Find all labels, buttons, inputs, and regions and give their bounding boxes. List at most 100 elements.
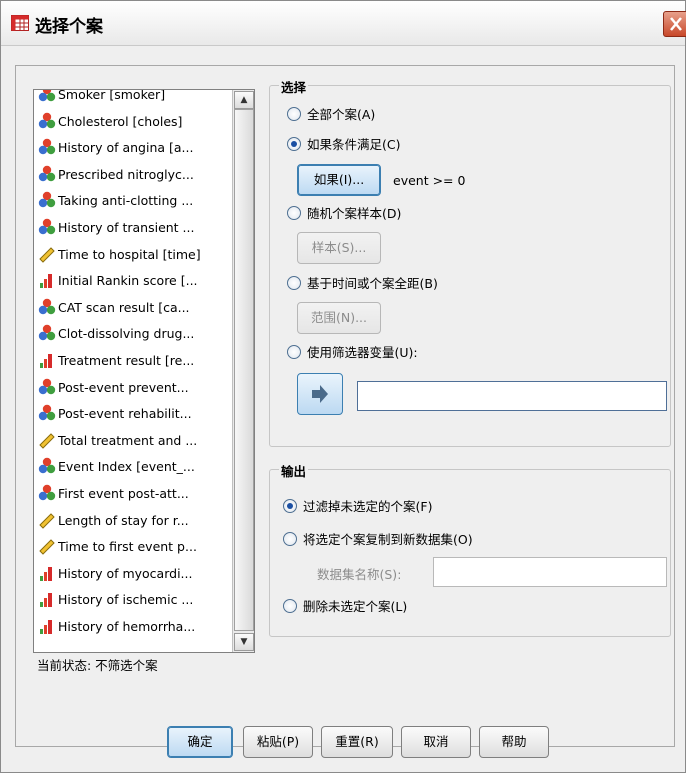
nominal-icon [38, 218, 56, 235]
radio-label: 使用筛选器变量(U): [307, 345, 418, 360]
nominal-icon [38, 112, 56, 128]
variable-list-item[interactable]: History of transient ... [38, 217, 228, 239]
variable-list-item[interactable]: History of myocardi... [38, 563, 228, 585]
scale-icon [39, 433, 55, 449]
radio-button[interactable] [283, 599, 297, 613]
radio-filter-out[interactable]: 过滤掉未选定的个案(F) [283, 497, 432, 517]
nominal-icon [38, 90, 56, 102]
variable-label: History of angina [a... [58, 140, 194, 156]
close-button[interactable] [663, 11, 686, 37]
scroll-down-arrow[interactable]: ▼ [234, 633, 254, 651]
radio-random-sample[interactable]: 随机个案样本(D) [287, 204, 401, 224]
radio-delete-unselected[interactable]: 删除未选定个案(L) [283, 597, 407, 617]
nominal-icon [38, 165, 56, 181]
scale-icon [39, 539, 55, 555]
variable-list-item[interactable]: Taking anti-clotting ... [38, 190, 228, 212]
variable-label: Event Index [event_... [58, 459, 195, 475]
variable-label: Taking anti-clotting ... [58, 193, 194, 209]
radio-all-cases[interactable]: 全部个案(A) [287, 105, 375, 125]
variable-list-item[interactable]: First event post-att... [38, 483, 228, 505]
variable-list-item[interactable]: Time to hospital [time] [38, 244, 228, 266]
variable-label: History of myocardi... [58, 565, 193, 581]
variable-label: CAT scan result [ca... [58, 299, 190, 315]
variable-list-item[interactable]: Event Index [event_... [38, 456, 228, 478]
paste-button[interactable]: 粘贴(P) [243, 726, 313, 758]
scale-icon [39, 512, 55, 529]
variable-list-item[interactable]: Treatment result [re... [38, 350, 228, 372]
variable-list-item[interactable]: Smoker [smoker] [38, 90, 228, 106]
variable-list-scrollbar[interactable]: ▲ ▼ [232, 90, 254, 652]
nominal-icon [38, 484, 56, 501]
variable-label: Cholesterol [choles] [58, 113, 183, 129]
variable-list-item[interactable]: Clot-dissolving drug... [38, 323, 228, 345]
radio-button[interactable] [287, 276, 301, 290]
variable-list-item[interactable]: Cholesterol [choles] [38, 111, 228, 133]
cancel-button[interactable]: 取消 [401, 726, 471, 758]
nominal-icon [38, 138, 56, 155]
variable-list-item[interactable]: History of hemorrha... [38, 616, 228, 638]
ok-button[interactable]: 确定 [167, 726, 233, 758]
radio-label: 删除未选定个案(L) [303, 599, 408, 614]
close-icon [670, 17, 682, 31]
nominal-icon [38, 325, 56, 341]
variable-list-item[interactable]: History of angina [a... [38, 137, 228, 159]
filter-status: 当前状态: 不筛选个案 [37, 658, 158, 673]
dataset-name-label: 数据集名称(S): [317, 567, 402, 582]
ordinal-icon [40, 620, 52, 634]
variable-label: Post-event rehabilit... [58, 406, 192, 422]
radio-copy-to-dataset[interactable]: 将选定个案复制到新数据集(O) [283, 530, 473, 550]
variable-list[interactable]: Smoker [smoker] Cholesterol [choles] Histo… [33, 89, 255, 653]
radio-button[interactable] [287, 345, 301, 359]
nominal-icon [38, 378, 56, 394]
variable-label: Time to first event p... [58, 539, 197, 555]
scroll-thumb[interactable] [234, 109, 254, 631]
reset-button[interactable]: 重置(R) [321, 726, 393, 758]
variable-label: First event post-att... [58, 486, 189, 501]
radio-label: 将选定个案复制到新数据集(O) [303, 532, 473, 547]
variable-list-item[interactable]: Length of stay for r... [38, 510, 228, 532]
variable-list-item[interactable]: Total treatment and ... [38, 430, 228, 452]
variable-label: Prescribed nitroglyc... [58, 166, 194, 182]
range-button[interactable]: 范围(N)... [297, 302, 381, 334]
ordinal-icon [40, 274, 52, 289]
radio-button[interactable] [283, 532, 297, 546]
move-variable-button[interactable] [297, 373, 343, 415]
nominal-icon [38, 404, 56, 421]
radio-button-selected[interactable] [283, 499, 297, 513]
if-button[interactable]: 如果(I)... [297, 164, 381, 196]
sample-button[interactable]: 样本(S)... [297, 232, 381, 264]
variable-list-item[interactable]: Prescribed nitroglyc... [38, 164, 228, 186]
radio-button[interactable] [287, 107, 301, 121]
radio-if-condition[interactable]: 如果条件满足(C) [287, 135, 400, 155]
select-group-title: 选择 [279, 77, 309, 96]
radio-label: 全部个案(A) [307, 107, 376, 122]
filter-variable-field[interactable] [357, 381, 667, 411]
scroll-up-arrow[interactable]: ▲ [234, 91, 254, 109]
variable-label: Treatment result [re... [58, 353, 195, 368]
scale-icon [39, 246, 55, 263]
ordinal-icon [40, 593, 52, 608]
nominal-icon [38, 192, 56, 208]
variable-list-item[interactable]: Post-event rehabilit... [38, 403, 228, 425]
variable-label: History of ischemic ... [58, 592, 194, 608]
radio-label: 基于时间或个案全距(B) [307, 276, 438, 291]
variable-list-item[interactable]: Post-event prevent... [38, 377, 228, 399]
variable-list-item[interactable]: History of ischemic ... [38, 589, 228, 611]
help-button[interactable]: 帮助 [479, 726, 549, 758]
radio-label: 随机个案样本(D) [307, 206, 402, 221]
variable-list-item[interactable]: Initial Rankin score [... [38, 270, 228, 292]
dataset-name-field[interactable] [433, 557, 667, 587]
variable-label: History of transient ... [58, 220, 195, 235]
select-cases-dialog: 选择个案 Smoker [smoker] Cholesterol [choles]… [0, 0, 686, 773]
variable-list-item[interactable]: CAT scan result [ca... [38, 297, 228, 319]
title-bar: 选择个案 [1, 1, 686, 46]
right-arrow-icon [312, 385, 328, 403]
condition-expression: event >= 0 [393, 173, 466, 188]
radio-button-selected[interactable] [287, 137, 301, 151]
radio-filter-variable[interactable]: 使用筛选器变量(U): [287, 343, 418, 363]
radio-button[interactable] [287, 206, 301, 220]
radio-time-range[interactable]: 基于时间或个案全距(B) [287, 274, 438, 294]
variable-label: Length of stay for r... [58, 512, 189, 528]
variable-list-item[interactable]: Time to first event p... [38, 536, 228, 558]
variable-label: Initial Rankin score [... [58, 273, 198, 289]
